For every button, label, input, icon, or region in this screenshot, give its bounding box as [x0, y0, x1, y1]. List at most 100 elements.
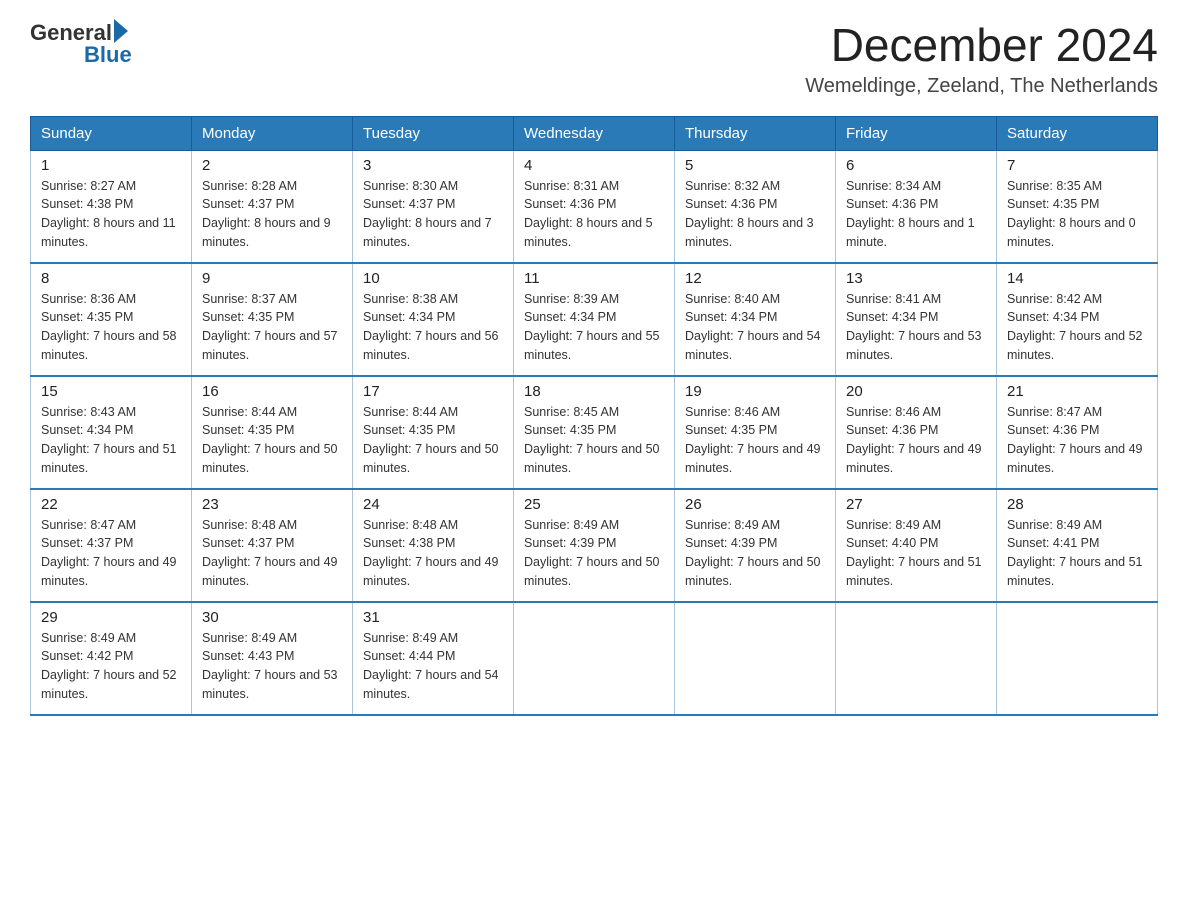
day-number: 24: [363, 496, 503, 513]
day-info: Sunrise: 8:37 AMSunset: 4:35 PMDaylight:…: [202, 290, 342, 365]
calendar-cell: [836, 602, 997, 715]
calendar-cell: 27 Sunrise: 8:49 AMSunset: 4:40 PMDayligh…: [836, 489, 997, 602]
calendar-cell: 20 Sunrise: 8:46 AMSunset: 4:36 PMDayligh…: [836, 376, 997, 489]
header-tuesday: Tuesday: [353, 116, 514, 150]
calendar-cell: 22Sunrise: 8:47 AMSunset: 4:37 PMDayligh…: [31, 489, 192, 602]
calendar-cell: 17 Sunrise: 8:44 AMSunset: 4:35 PMDayligh…: [353, 376, 514, 489]
calendar-cell: 30 Sunrise: 8:49 AMSunset: 4:43 PMDayligh…: [192, 602, 353, 715]
day-info: Sunrise: 8:48 AMSunset: 4:37 PMDaylight:…: [202, 516, 342, 591]
day-number: 3: [363, 157, 503, 174]
day-number: 6: [846, 157, 986, 174]
header-monday: Monday: [192, 116, 353, 150]
day-info: Sunrise: 8:38 AMSunset: 4:34 PMDaylight:…: [363, 290, 503, 365]
day-info: Sunrise: 8:44 AMSunset: 4:35 PMDaylight:…: [363, 403, 503, 478]
calendar-cell: 23 Sunrise: 8:48 AMSunset: 4:37 PMDayligh…: [192, 489, 353, 602]
calendar-cell: 31 Sunrise: 8:49 AMSunset: 4:44 PMDayligh…: [353, 602, 514, 715]
day-number: 27: [846, 496, 986, 513]
page-header: General Blue December 2024 Wemeldinge, Z…: [30, 20, 1158, 98]
calendar-cell: 1 Sunrise: 8:27 AMSunset: 4:38 PMDaylight…: [31, 150, 192, 263]
calendar-cell: 12 Sunrise: 8:40 AMSunset: 4:34 PMDayligh…: [675, 263, 836, 376]
day-number: 13: [846, 270, 986, 287]
day-number: 21: [1007, 383, 1147, 400]
day-number: 14: [1007, 270, 1147, 287]
calendar-cell: 16 Sunrise: 8:44 AMSunset: 4:35 PMDayligh…: [192, 376, 353, 489]
day-number: 16: [202, 383, 342, 400]
day-info: Sunrise: 8:49 AMSunset: 4:39 PMDaylight:…: [685, 516, 825, 591]
header-wednesday: Wednesday: [514, 116, 675, 150]
day-number: 10: [363, 270, 503, 287]
day-number: 28: [1007, 496, 1147, 513]
day-number: 19: [685, 383, 825, 400]
calendar-cell: [514, 602, 675, 715]
day-info: Sunrise: 8:47 AMSunset: 4:37 PMDaylight:…: [41, 516, 181, 591]
header-sunday: Sunday: [31, 116, 192, 150]
day-info: Sunrise: 8:43 AMSunset: 4:34 PMDaylight:…: [41, 403, 181, 478]
day-info: Sunrise: 8:32 AMSunset: 4:36 PMDaylight:…: [685, 177, 825, 252]
day-info: Sunrise: 8:30 AMSunset: 4:37 PMDaylight:…: [363, 177, 503, 252]
day-number: 11: [524, 270, 664, 287]
calendar-cell: 2Sunrise: 8:28 AMSunset: 4:37 PMDaylight…: [192, 150, 353, 263]
day-info: Sunrise: 8:49 AMSunset: 4:41 PMDaylight:…: [1007, 516, 1147, 591]
calendar-cell: 5 Sunrise: 8:32 AMSunset: 4:36 PMDaylight…: [675, 150, 836, 263]
day-info: Sunrise: 8:46 AMSunset: 4:36 PMDaylight:…: [846, 403, 986, 478]
calendar-table: SundayMondayTuesdayWednesdayThursdayFrid…: [30, 116, 1158, 716]
calendar-week-row: 15 Sunrise: 8:43 AMSunset: 4:34 PMDayligh…: [31, 376, 1158, 489]
day-number: 5: [685, 157, 825, 174]
day-info: Sunrise: 8:48 AMSunset: 4:38 PMDaylight:…: [363, 516, 503, 591]
day-number: 30: [202, 609, 342, 626]
header-saturday: Saturday: [997, 116, 1158, 150]
day-info: Sunrise: 8:49 AMSunset: 4:40 PMDaylight:…: [846, 516, 986, 591]
calendar-cell: 3 Sunrise: 8:30 AMSunset: 4:37 PMDaylight…: [353, 150, 514, 263]
header-thursday: Thursday: [675, 116, 836, 150]
day-info: Sunrise: 8:47 AMSunset: 4:36 PMDaylight:…: [1007, 403, 1147, 478]
calendar-header-row: SundayMondayTuesdayWednesdayThursdayFrid…: [31, 116, 1158, 150]
day-number: 31: [363, 609, 503, 626]
calendar-week-row: 22Sunrise: 8:47 AMSunset: 4:37 PMDayligh…: [31, 489, 1158, 602]
calendar-cell: 15 Sunrise: 8:43 AMSunset: 4:34 PMDayligh…: [31, 376, 192, 489]
day-info: Sunrise: 8:27 AMSunset: 4:38 PMDaylight:…: [41, 177, 181, 252]
day-info: Sunrise: 8:31 AMSunset: 4:36 PMDaylight:…: [524, 177, 664, 252]
calendar-cell: 28 Sunrise: 8:49 AMSunset: 4:41 PMDayligh…: [997, 489, 1158, 602]
calendar-cell: [997, 602, 1158, 715]
logo-arrow-icon: [114, 19, 128, 43]
day-number: 23: [202, 496, 342, 513]
calendar-week-row: 29Sunrise: 8:49 AMSunset: 4:42 PMDayligh…: [31, 602, 1158, 715]
calendar-cell: 26Sunrise: 8:49 AMSunset: 4:39 PMDayligh…: [675, 489, 836, 602]
title-area: December 2024 Wemeldinge, Zeeland, The N…: [805, 20, 1158, 98]
calendar-cell: 8Sunrise: 8:36 AMSunset: 4:35 PMDaylight…: [31, 263, 192, 376]
day-number: 1: [41, 157, 181, 174]
day-info: Sunrise: 8:49 AMSunset: 4:42 PMDaylight:…: [41, 629, 181, 704]
day-info: Sunrise: 8:39 AMSunset: 4:34 PMDaylight:…: [524, 290, 664, 365]
day-number: 4: [524, 157, 664, 174]
day-info: Sunrise: 8:49 AMSunset: 4:43 PMDaylight:…: [202, 629, 342, 704]
calendar-cell: 14Sunrise: 8:42 AMSunset: 4:34 PMDayligh…: [997, 263, 1158, 376]
logo: General Blue: [30, 20, 132, 68]
day-info: Sunrise: 8:34 AMSunset: 4:36 PMDaylight:…: [846, 177, 986, 252]
calendar-cell: 19Sunrise: 8:46 AMSunset: 4:35 PMDayligh…: [675, 376, 836, 489]
day-number: 15: [41, 383, 181, 400]
day-number: 25: [524, 496, 664, 513]
calendar-cell: 13Sunrise: 8:41 AMSunset: 4:34 PMDayligh…: [836, 263, 997, 376]
day-info: Sunrise: 8:49 AMSunset: 4:44 PMDaylight:…: [363, 629, 503, 704]
day-info: Sunrise: 8:45 AMSunset: 4:35 PMDaylight:…: [524, 403, 664, 478]
day-number: 17: [363, 383, 503, 400]
calendar-cell: 29Sunrise: 8:49 AMSunset: 4:42 PMDayligh…: [31, 602, 192, 715]
calendar-cell: 10 Sunrise: 8:38 AMSunset: 4:34 PMDayligh…: [353, 263, 514, 376]
header-friday: Friday: [836, 116, 997, 150]
day-info: Sunrise: 8:40 AMSunset: 4:34 PMDaylight:…: [685, 290, 825, 365]
day-info: Sunrise: 8:44 AMSunset: 4:35 PMDaylight:…: [202, 403, 342, 478]
day-number: 12: [685, 270, 825, 287]
calendar-cell: 24 Sunrise: 8:48 AMSunset: 4:38 PMDayligh…: [353, 489, 514, 602]
day-info: Sunrise: 8:49 AMSunset: 4:39 PMDaylight:…: [524, 516, 664, 591]
day-number: 20: [846, 383, 986, 400]
month-title: December 2024: [805, 20, 1158, 71]
calendar-cell: 18Sunrise: 8:45 AMSunset: 4:35 PMDayligh…: [514, 376, 675, 489]
calendar-cell: 25 Sunrise: 8:49 AMSunset: 4:39 PMDayligh…: [514, 489, 675, 602]
calendar-week-row: 1 Sunrise: 8:27 AMSunset: 4:38 PMDaylight…: [31, 150, 1158, 263]
calendar-cell: 7 Sunrise: 8:35 AMSunset: 4:35 PMDaylight…: [997, 150, 1158, 263]
calendar-cell: 9Sunrise: 8:37 AMSunset: 4:35 PMDaylight…: [192, 263, 353, 376]
day-number: 7: [1007, 157, 1147, 174]
day-info: Sunrise: 8:35 AMSunset: 4:35 PMDaylight:…: [1007, 177, 1147, 252]
day-info: Sunrise: 8:28 AMSunset: 4:37 PMDaylight:…: [202, 177, 342, 252]
calendar-cell: 21 Sunrise: 8:47 AMSunset: 4:36 PMDayligh…: [997, 376, 1158, 489]
